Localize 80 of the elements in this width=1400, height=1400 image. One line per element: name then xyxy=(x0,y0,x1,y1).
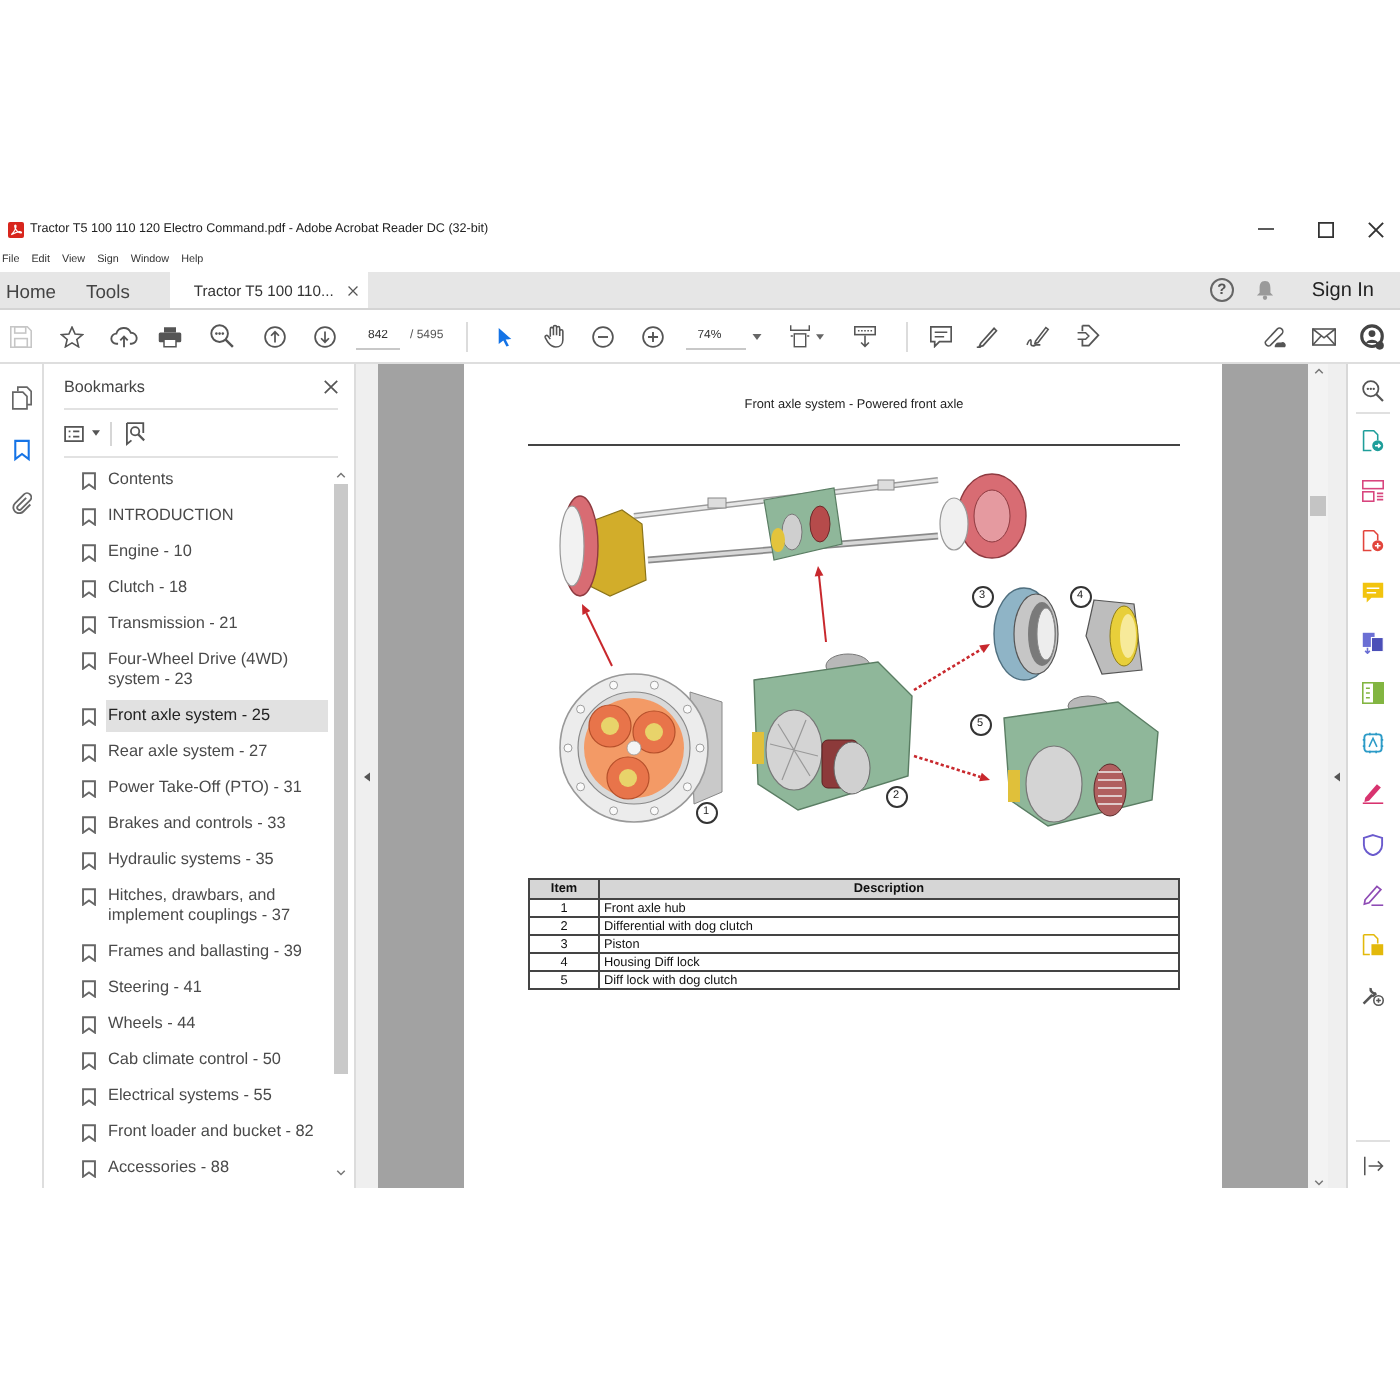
scan-frame-icon[interactable] xyxy=(1362,732,1384,755)
scroll-down-icon[interactable] xyxy=(853,325,876,347)
layout-grid-icon[interactable] xyxy=(1362,480,1384,503)
bookmark-item[interactable]: Accessories - 88 xyxy=(106,1152,328,1184)
tab[interactable]: Tools xyxy=(86,272,130,308)
pointer-arrow xyxy=(582,604,613,667)
bookmark-item[interactable]: Engine - 10 xyxy=(106,536,328,568)
document-plus-icon[interactable] xyxy=(1362,530,1384,553)
sign-in-button[interactable]: Sign In xyxy=(1311,279,1374,301)
account-icon[interactable] xyxy=(1360,323,1384,349)
left-triangle-icon[interactable] xyxy=(1334,771,1340,781)
scroll-thumb[interactable] xyxy=(333,484,347,1074)
pages-icon[interactable] xyxy=(11,386,31,410)
search-icon[interactable] xyxy=(1362,380,1384,402)
app-logo-icon xyxy=(8,221,24,237)
chevron-down-icon[interactable] xyxy=(1313,1180,1323,1186)
star-icon[interactable] xyxy=(60,325,84,347)
close-icon[interactable] xyxy=(347,285,358,295)
fit-page-icon[interactable] xyxy=(789,324,810,348)
maximize-icon[interactable] xyxy=(1318,221,1334,237)
bookmark-icon[interactable] xyxy=(13,438,29,462)
pen-icon[interactable] xyxy=(1362,883,1384,906)
bookmark-item[interactable]: Steering - 41 xyxy=(106,972,328,1004)
bookmark-item[interactable]: Clutch - 18 xyxy=(106,572,328,604)
pointer-arrow xyxy=(814,566,827,643)
bookmark-item[interactable]: INTRODUCTION xyxy=(106,500,328,532)
bookmark-item[interactable]: Contents xyxy=(106,464,328,496)
minus-circle-icon[interactable] xyxy=(591,325,614,347)
bookmark-item[interactable]: Four-Wheel Drive (4WD) system - 23 xyxy=(106,644,328,696)
tab[interactable]: Home xyxy=(6,272,57,308)
chevron-up-icon[interactable] xyxy=(335,472,345,478)
bookmark-item[interactable]: Hydraulic systems - 35 xyxy=(106,844,328,876)
bookmark-search-icon[interactable] xyxy=(126,421,146,445)
printer-icon[interactable] xyxy=(158,325,182,347)
pen-icon[interactable] xyxy=(1362,782,1384,805)
left-triangle-icon[interactable] xyxy=(364,771,370,781)
pen-cloud-icon[interactable] xyxy=(1262,325,1286,347)
cursor-arrow-icon[interactable] xyxy=(497,325,512,347)
caret-down-icon[interactable] xyxy=(92,430,100,436)
lock-housing xyxy=(1085,599,1143,675)
arrow-down-circle-icon[interactable] xyxy=(314,325,336,347)
arrow-up-circle-icon[interactable] xyxy=(264,325,286,347)
dotted-arrow xyxy=(913,754,990,782)
document-arrow-icon[interactable] xyxy=(1362,430,1384,452)
chevron-down-icon[interactable] xyxy=(335,1170,345,1176)
signature-pen-icon[interactable] xyxy=(1025,325,1050,347)
bookmark-item[interactable]: Cab climate control - 50 xyxy=(106,1044,328,1076)
arrow-tag-icon[interactable] xyxy=(1075,324,1100,348)
search-icon[interactable] xyxy=(210,324,234,348)
close-icon[interactable] xyxy=(1368,221,1384,237)
panel-title: Bookmarks xyxy=(64,377,145,395)
comment-icon[interactable] xyxy=(929,325,952,347)
bookmark-item[interactable]: Brakes and controls - 33 xyxy=(106,808,328,840)
bookmark-item[interactable]: Front loader and bucket - 82 xyxy=(106,1116,328,1148)
bookmark-item[interactable]: Frames and ballasting - 39 xyxy=(106,936,328,968)
plus-circle-icon[interactable] xyxy=(641,325,664,347)
chevron-up-icon[interactable] xyxy=(1313,368,1323,374)
list-options-icon[interactable] xyxy=(64,425,84,441)
bookmark-item[interactable]: Power Take-Off (PTO) - 31 xyxy=(106,772,328,804)
stacked-pages-icon[interactable] xyxy=(1362,631,1384,654)
bookmark-item[interactable]: Electrical systems - 55 xyxy=(106,1080,328,1112)
pen-icon[interactable] xyxy=(975,325,998,347)
caret-down-icon[interactable] xyxy=(751,333,762,339)
caret-down-icon[interactable] xyxy=(815,333,824,339)
bookmark-item[interactable]: Hitches, drawbars, and implement couplings - 37 xyxy=(106,880,328,932)
bar-arrow-right-icon[interactable] xyxy=(1363,1156,1383,1176)
scroll-thumb[interactable] xyxy=(1310,496,1326,516)
close-icon[interactable] xyxy=(324,379,338,393)
bookmark-item[interactable]: Wheels - 44 xyxy=(106,1008,328,1040)
piston-ring xyxy=(993,587,1059,681)
cloud-upload-icon[interactable] xyxy=(110,325,138,347)
bookmark-item[interactable]: Front axle system - 25 xyxy=(106,700,328,732)
wrench-plus-icon[interactable] xyxy=(1362,984,1384,1007)
bookmark-item[interactable]: Rear axle system - 27 xyxy=(106,736,328,768)
paperclip-icon[interactable] xyxy=(11,490,31,514)
shield-icon[interactable] xyxy=(1362,833,1384,855)
bookmark-item[interactable]: Transmission - 21 xyxy=(106,608,328,640)
mail-icon[interactable] xyxy=(1312,327,1336,345)
hand-icon[interactable] xyxy=(543,324,566,348)
dotted-arrow xyxy=(913,644,990,692)
